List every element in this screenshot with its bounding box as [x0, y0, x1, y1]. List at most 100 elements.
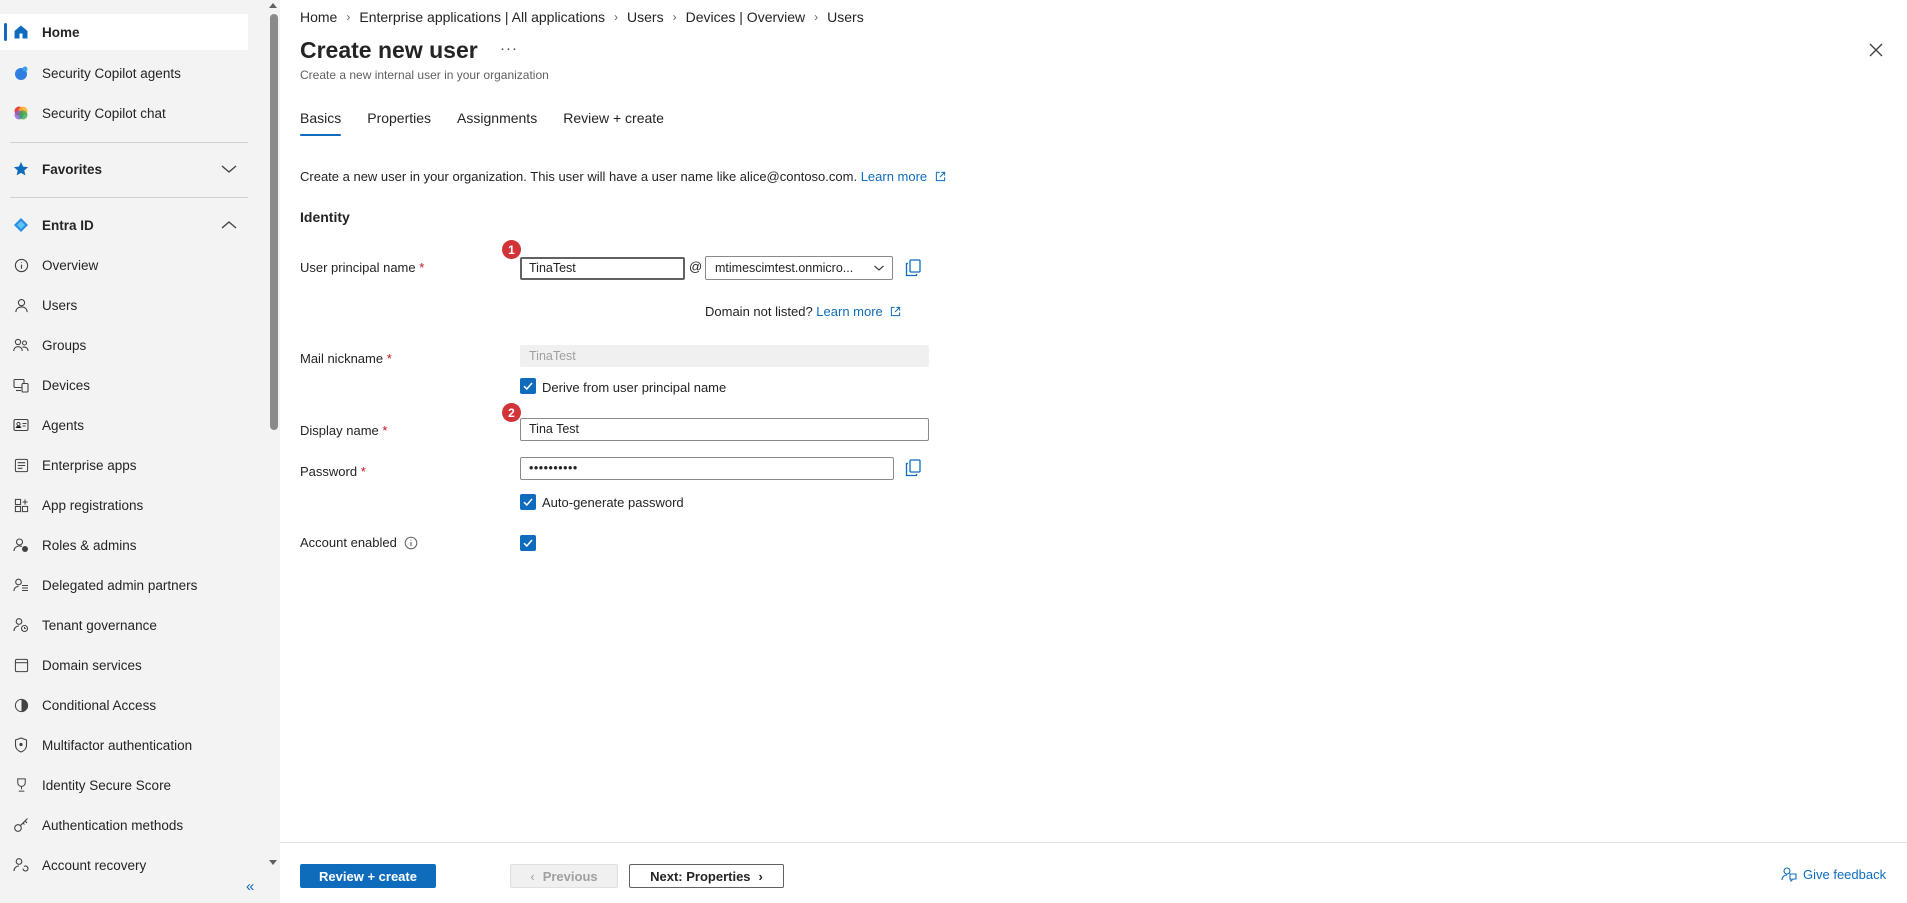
learn-more-link[interactable]: Learn more: [861, 169, 927, 184]
password-label-text: Password: [300, 464, 358, 479]
groups-icon: [12, 336, 30, 354]
chevron-up-icon[interactable]: [220, 216, 238, 234]
tab-basics[interactable]: Basics: [300, 110, 342, 136]
breadcrumb-users-current[interactable]: Users: [827, 9, 864, 25]
auto-generate-checkbox[interactable]: [520, 494, 536, 510]
page-subtitle: Create a new internal user in your organ…: [300, 68, 549, 82]
account-enabled-label: Account enabled: [300, 535, 397, 550]
next-properties-button[interactable]: Next: Properties ›: [629, 864, 784, 888]
sidebar-item-agents[interactable]: Agents: [0, 407, 248, 443]
feedback-icon: [1781, 867, 1797, 882]
sidebar-item-label: Authentication methods: [42, 817, 184, 833]
tab-properties[interactable]: Properties: [367, 110, 431, 136]
sidebar-item-label: App registrations: [42, 497, 144, 513]
sidebar-item-security-copilot-chat[interactable]: Security Copilot chat: [0, 95, 248, 131]
sidebar-divider: [10, 142, 248, 143]
checkmark-icon: [523, 498, 533, 507]
partners-icon: [12, 576, 30, 594]
info-icon[interactable]: [404, 536, 418, 550]
chevron-down-icon[interactable]: [220, 160, 238, 178]
previous-button[interactable]: ‹ Previous: [510, 864, 618, 888]
sidebar-item-label: Identity Secure Score: [42, 777, 172, 793]
sidebar-item-label: Roles & admins: [42, 537, 137, 553]
sidebar-item-multifactor-authentication[interactable]: Multifactor authentication: [0, 727, 248, 763]
domain-learn-more-link[interactable]: Learn more: [816, 304, 882, 319]
user-icon: [12, 296, 30, 314]
domain-dropdown[interactable]: mtimescimtest.onmicro...: [705, 256, 893, 280]
password-input[interactable]: ••••••••••: [520, 457, 894, 480]
roles-icon: [12, 536, 30, 554]
sidebar-item-account-recovery[interactable]: Account recovery: [0, 847, 248, 883]
sidebar-item-groups[interactable]: Groups: [0, 327, 248, 363]
sidebar-item-label: Devices: [42, 377, 91, 393]
agents-icon: [12, 416, 30, 434]
at-symbol: @: [689, 259, 703, 274]
sidebar-item-label: Account recovery: [42, 857, 147, 873]
sidebar-item-security-copilot-agents[interactable]: Security Copilot agents: [0, 55, 248, 91]
scrollbar-thumb[interactable]: [270, 14, 278, 430]
home-icon: [12, 23, 30, 41]
sidebar-item-conditional-access[interactable]: Conditional Access: [0, 687, 248, 723]
copy-icon[interactable]: [905, 259, 921, 277]
intro-text: Create a new user in your organization. …: [300, 169, 946, 184]
upn-input[interactable]: TinaTest: [520, 257, 685, 280]
sidebar-item-overview[interactable]: Overview: [0, 247, 248, 283]
give-feedback-link[interactable]: Give feedback: [1781, 866, 1886, 882]
sidebar-item-enterprise-apps[interactable]: Enterprise apps: [0, 447, 248, 483]
display-name-label-text: Display name: [300, 423, 379, 438]
sidebar-item-label: Users: [42, 297, 78, 313]
more-options-icon[interactable]: ···: [500, 40, 518, 57]
copy-icon[interactable]: [905, 459, 921, 477]
sidebar-item-label: Enterprise apps: [42, 457, 137, 473]
upn-label: User principal name *: [300, 260, 424, 275]
sidebar-item-label: Entra ID: [42, 217, 94, 233]
account-enabled-checkbox[interactable]: [520, 535, 536, 551]
sidebar-item-tenant-governance[interactable]: Tenant governance: [0, 607, 248, 643]
info-icon: [12, 256, 30, 274]
sidebar-item-label: Home: [42, 24, 80, 40]
tab-assignments[interactable]: Assignments: [457, 110, 537, 136]
sidebar-item-delegated-admin-partners[interactable]: Delegated admin partners: [0, 567, 248, 603]
sidebar-item-label: Multifactor authentication: [42, 737, 193, 753]
entra-id-icon: [12, 216, 30, 234]
derive-checkbox[interactable]: [520, 378, 536, 394]
external-link-icon: [935, 171, 945, 182]
display-name-input[interactable]: Tina Test: [520, 418, 929, 441]
domain-note-text: Domain not listed?: [705, 304, 813, 319]
sidebar-item-devices[interactable]: Devices: [0, 367, 248, 403]
chevron-right-icon: ›: [758, 868, 763, 884]
sidebar-item-app-registrations[interactable]: App registrations: [0, 487, 248, 523]
breadcrumb-separator-icon: ›: [614, 10, 619, 24]
mail-nickname-input[interactable]: TinaTest: [520, 345, 929, 367]
domain-value: mtimescimtest.onmicro...: [715, 261, 854, 275]
breadcrumb-enterprise-applications[interactable]: Enterprise applications | All applicatio…: [359, 9, 605, 25]
required-asterisk: *: [386, 351, 392, 366]
sidebar-item-favorites[interactable]: Favorites: [0, 151, 248, 187]
sidebar-item-entra-id[interactable]: Entra ID: [0, 207, 248, 243]
scroll-down-arrow-icon[interactable]: [269, 860, 277, 865]
main-content: Home › Enterprise applications | All app…: [280, 0, 1907, 903]
auto-generate-label: Auto-generate password: [542, 495, 684, 510]
sidebar-item-authentication-methods[interactable]: Authentication methods: [0, 807, 248, 843]
close-icon[interactable]: [1866, 40, 1886, 60]
sidebar-item-roles-admins[interactable]: Roles & admins: [0, 527, 248, 563]
sidebar-item-label: Domain services: [42, 657, 142, 673]
review-create-button[interactable]: Review + create: [300, 864, 436, 888]
sidebar-item-label: Favorites: [42, 161, 103, 177]
mail-nickname-label-text: Mail nickname: [300, 351, 384, 366]
breadcrumb-users[interactable]: Users: [627, 9, 664, 25]
account-recovery-icon: [12, 856, 30, 874]
sidebar-scrollbar[interactable]: [267, 0, 280, 903]
mail-nickname-label: Mail nickname *: [300, 351, 392, 366]
star-icon: [12, 160, 30, 178]
sidebar-item-users[interactable]: Users: [0, 287, 248, 323]
tab-review-create[interactable]: Review + create: [563, 110, 664, 136]
collapse-sidebar-icon[interactable]: «: [246, 878, 254, 895]
sidebar-item-home[interactable]: Home: [0, 14, 248, 50]
sidebar-item-label: Overview: [42, 257, 99, 273]
scroll-up-arrow-icon[interactable]: [269, 3, 277, 8]
sidebar-item-domain-services[interactable]: Domain services: [0, 647, 248, 683]
sidebar-item-identity-secure-score[interactable]: Identity Secure Score: [0, 767, 248, 803]
breadcrumb-devices-overview[interactable]: Devices | Overview: [686, 9, 806, 25]
breadcrumb-home[interactable]: Home: [300, 9, 337, 25]
